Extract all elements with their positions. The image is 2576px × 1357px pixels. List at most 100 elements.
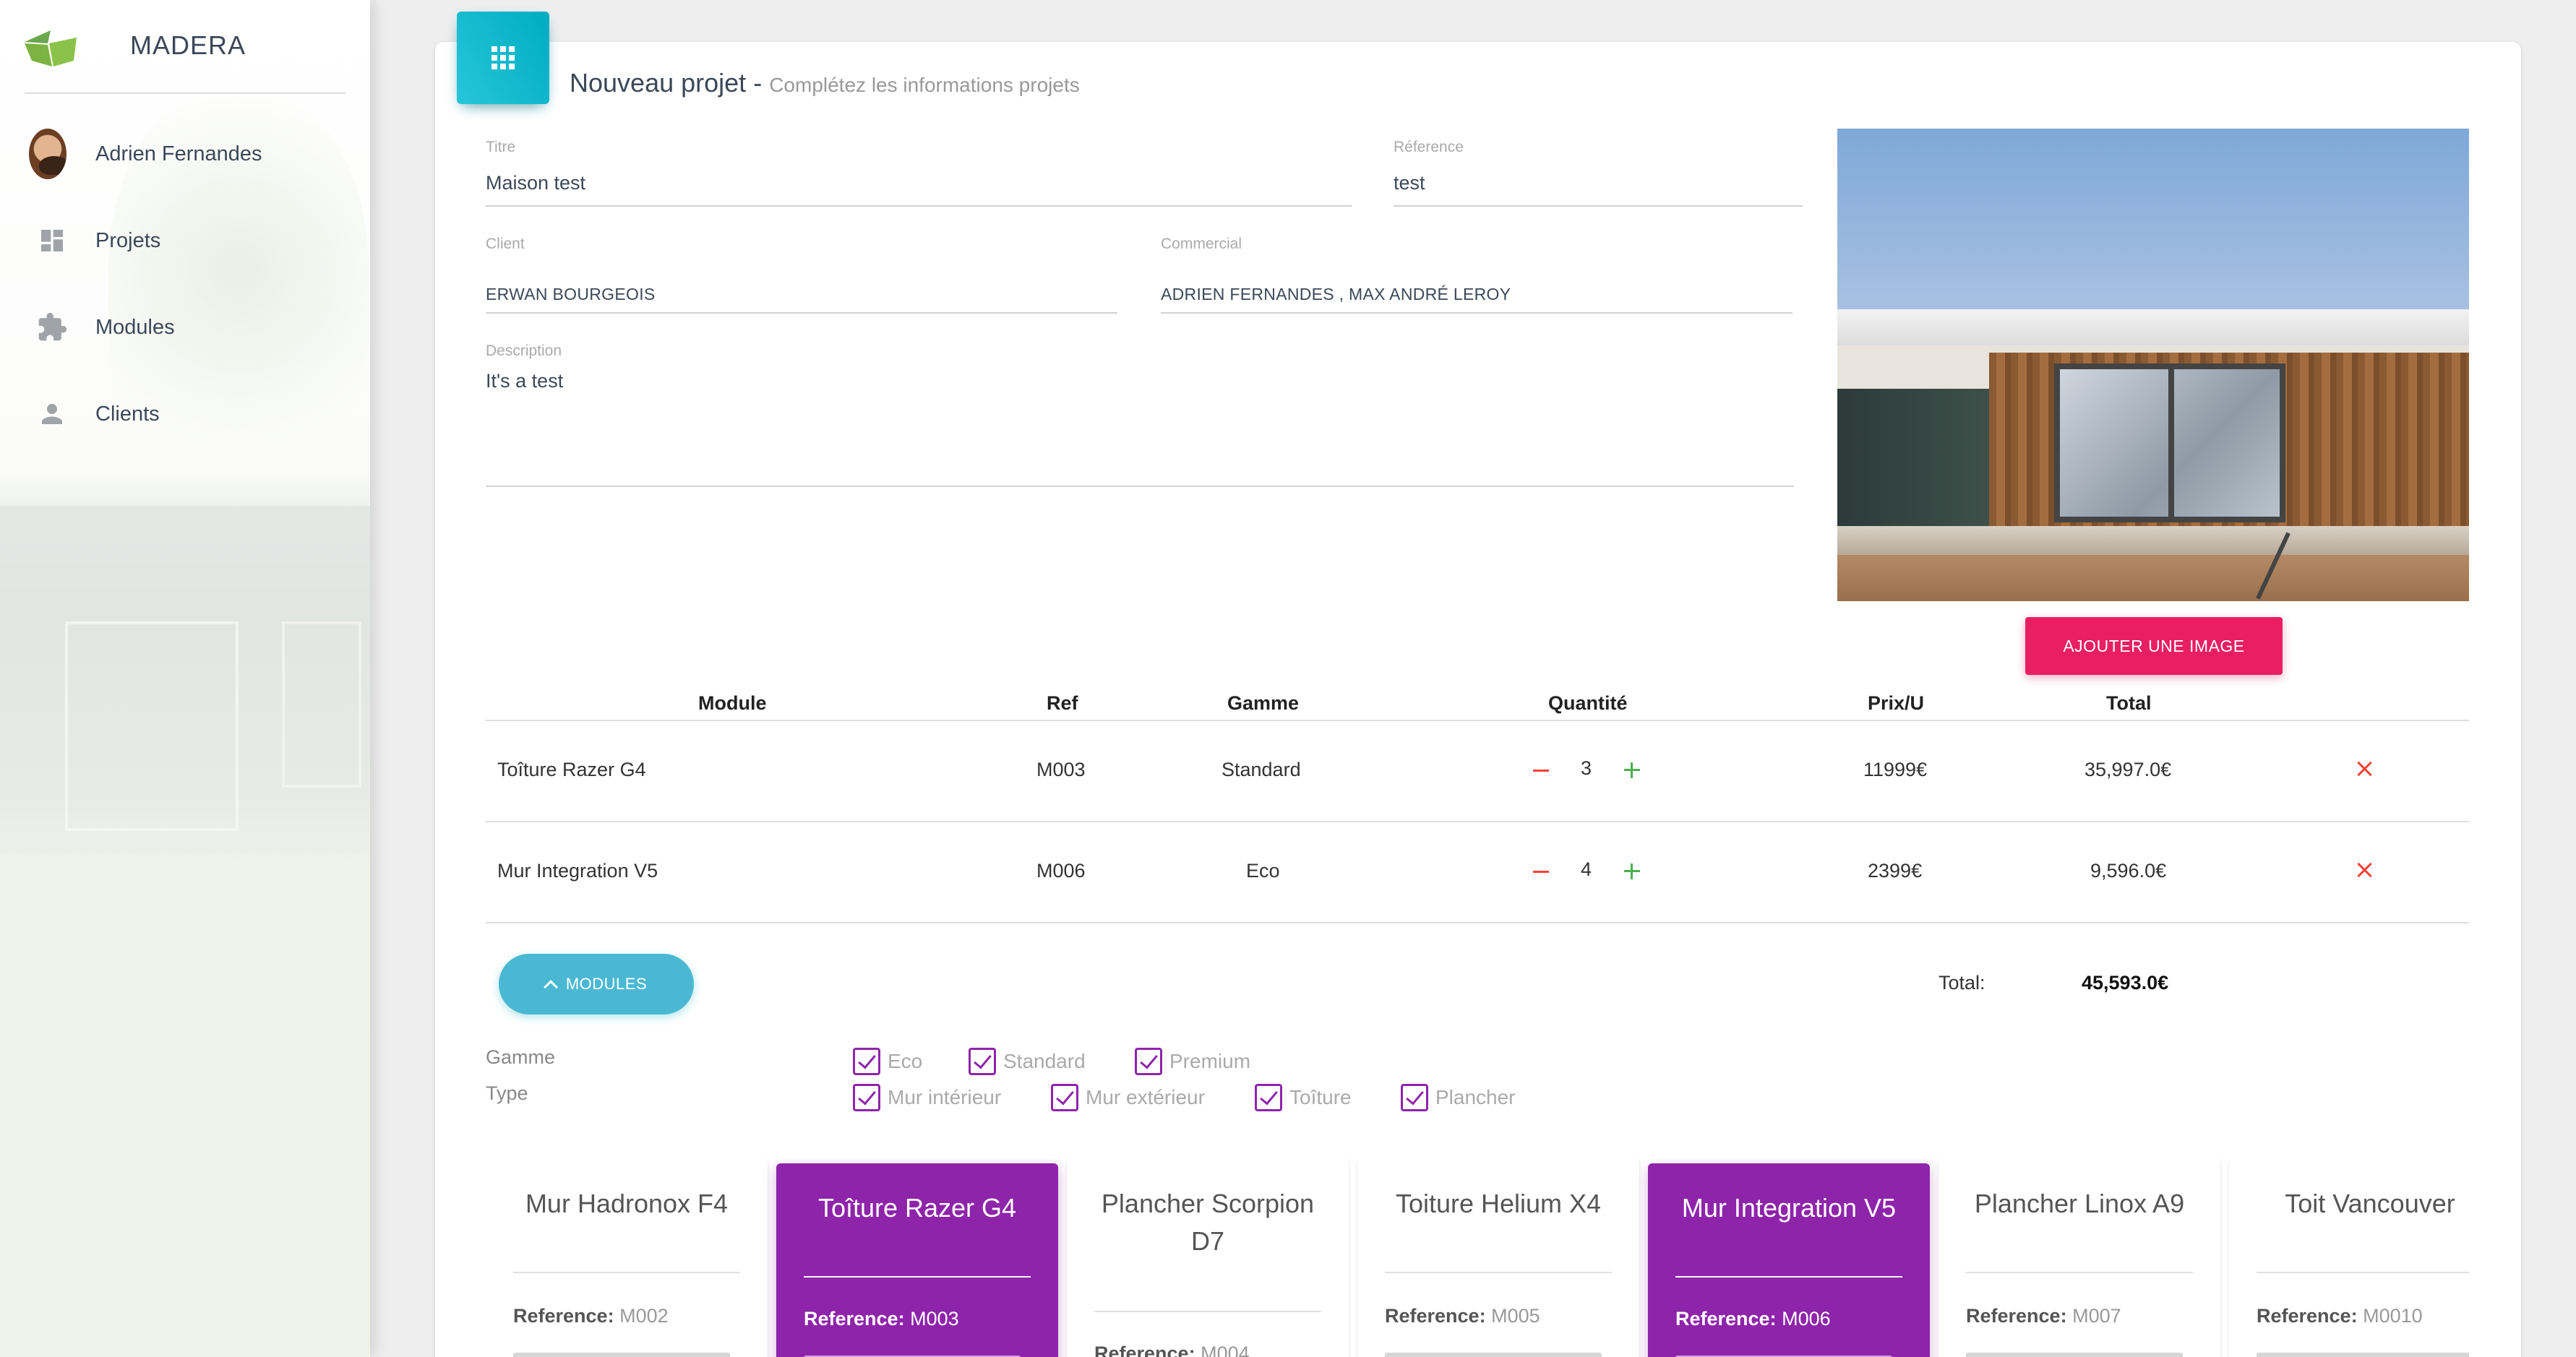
row-quantity: 4 [1581,858,1592,880]
commercial-select[interactable]: ADRIEN FERNANDES , MAX ANDRÉ LEROY [1161,285,1511,304]
module-card[interactable]: Toit Vancouver Reference: M0010 [2229,1159,2469,1357]
filter-gamme-standard-checkbox[interactable]: Standard [969,1048,1086,1075]
module-card[interactable]: Toiture Helium X4 Reference: M005 [1357,1159,1639,1357]
module-cards-row: Mur Hadronox F4 Reference: M002 Toîture … [486,1159,2469,1357]
page-title-main: Nouveau projet [570,68,747,98]
module-card-selected[interactable]: Toîture Razer G4 Reference: M003 [776,1163,1058,1357]
table-header-gamme: Gamme [1227,692,1300,714]
table-divider [486,922,2469,923]
module-card-title: Toit Vancouver [2285,1189,2455,1218]
sidebar-item-label: Clients [95,402,160,426]
chevron-up-icon [543,980,558,994]
sidebar-item-label: Projets [95,228,161,252]
reference-field[interactable]: Réference test [1394,139,1803,208]
filter-type-mur-exterieur-checkbox[interactable]: Mur extérieur [1051,1084,1205,1111]
remove-row-icon[interactable] [2350,856,2379,884]
module-card-reference: Reference: M003 [804,1308,959,1330]
total-label: Total: [1939,972,1985,994]
add-image-button[interactable]: AJOUTER UNE IMAGE [2025,617,2283,675]
titre-field[interactable]: Titre Maison test [486,139,1352,208]
modules-button-label: MODULES [565,975,648,993]
filter-type-plancher-checkbox[interactable]: Plancher [1401,1084,1516,1111]
table-header-total: Total [2106,692,2152,714]
sidebar-user[interactable]: Adrien Fernandes [0,121,370,186]
module-card-reference: Reference: M006 [1675,1308,1831,1330]
reference-input[interactable]: test [1394,172,1425,194]
checkbox-checked-icon [1401,1084,1428,1111]
module-card-reference: Reference: M0010 [2257,1305,2423,1327]
row-unit-price: 11999€ [1863,759,1928,780]
puzzle-icon [33,309,71,346]
avatar [29,129,66,179]
toggle-modules-button[interactable]: MODULES [499,954,694,1014]
sidebar-user-name: Adrien Fernandes [95,142,262,165]
row-ref: M006 [1036,860,1086,882]
decrement-quantity-button[interactable] [1527,756,1555,785]
reference-underline [1394,205,1803,207]
dashboard-icon [33,222,71,259]
titre-input[interactable]: Maison test [486,172,585,194]
person-icon [33,395,71,433]
row-unit-price: 2399€ [1868,860,1923,882]
sidebar-brand[interactable]: MADERA [0,0,370,94]
gamme-filter-label: Gamme [486,1046,556,1068]
module-card[interactable]: Plancher Linox A9 Reference: M007 [1939,1159,2220,1357]
row-module: Mur Integration V5 [497,860,658,882]
commercial-field[interactable]: Commercial ADRIEN FERNANDES , MAX ANDRÉ … [1161,236,1793,315]
apps-grid-icon [457,12,549,104]
decrement-quantity-button[interactable] [1527,857,1555,886]
sidebar-item-label: Modules [95,315,175,339]
table-header-module: Module [698,692,767,714]
titre-label: Titre [486,139,516,155]
titre-underline [486,205,1352,207]
checkbox-checked-icon [1051,1084,1078,1111]
commercial-underline [1161,312,1793,314]
filter-gamme-premium-checkbox[interactable]: Premium [1135,1048,1250,1075]
client-label: Client [486,236,525,252]
description-field[interactable]: Description It's a test [486,343,1794,488]
filter-type-mur-interieur-checkbox[interactable]: Mur intérieur [853,1084,1001,1111]
client-select[interactable]: ERWAN BOURGEOIS [486,285,656,304]
row-total: 35,997.0€ [2085,759,2172,780]
page-title-separator: - [753,68,763,98]
module-card-reference: Reference: M002 [513,1305,669,1327]
reference-label: Réference [1394,139,1464,155]
table-divider [486,821,2469,822]
sidebar-item-modules[interactable]: Modules [0,295,370,360]
sidebar-item-clients[interactable]: Clients [0,382,370,447]
module-card-title: Mur Hadronox F4 [525,1189,729,1218]
module-card[interactable]: Plancher Scorpion D7 Reference: M004 [1067,1159,1349,1357]
module-card-reference: Reference: M005 [1385,1305,1540,1327]
checkbox-checked-icon [1135,1048,1162,1075]
description-label: Description [486,343,562,359]
page-subtitle: Complétez les informations projets [769,74,1080,96]
project-image [1837,129,2469,601]
module-card-title: Plancher Scorpion D7 [1101,1189,1315,1256]
module-card[interactable]: Mur Hadronox F4 Reference: M002 [486,1159,768,1357]
module-card-title: Toîture Razer G4 [817,1193,1017,1223]
description-textarea[interactable]: It's a test [486,370,563,392]
module-card-selected[interactable]: Mur Integration V5 Reference: M006 [1648,1163,1930,1357]
sidebar-background-window [282,621,361,788]
page-title: Nouveau projet - Complétez les informati… [570,68,1080,98]
sidebar: MADERA Adrien Fernandes Projets Modules … [0,0,370,1357]
filter-gamme-eco-checkbox[interactable]: Eco [853,1048,922,1075]
client-field[interactable]: Client ERWAN BOURGEOIS [486,236,1117,315]
remove-row-icon[interactable] [2350,754,2379,783]
checkbox-checked-icon [969,1048,996,1075]
brand-name: MADERA [130,30,246,60]
table-divider [486,720,2469,721]
row-gamme: Standard [1222,759,1301,780]
module-card-title: Mur Integration V5 [1681,1193,1897,1223]
row-total: 9,596.0€ [2090,860,2167,882]
filter-type-toiture-checkbox[interactable]: Toîture [1255,1084,1352,1111]
row-quantity: 3 [1581,757,1592,779]
checkbox-checked-icon [853,1048,880,1075]
increment-quantity-button[interactable] [1618,756,1647,785]
table-header-ref: Ref [1047,692,1078,714]
sidebar-item-projets[interactable]: Projets [0,208,370,273]
increment-quantity-button[interactable] [1618,857,1647,886]
checkbox-checked-icon [853,1084,880,1111]
sidebar-background-window [65,621,239,831]
row-gamme: Eco [1246,860,1280,882]
